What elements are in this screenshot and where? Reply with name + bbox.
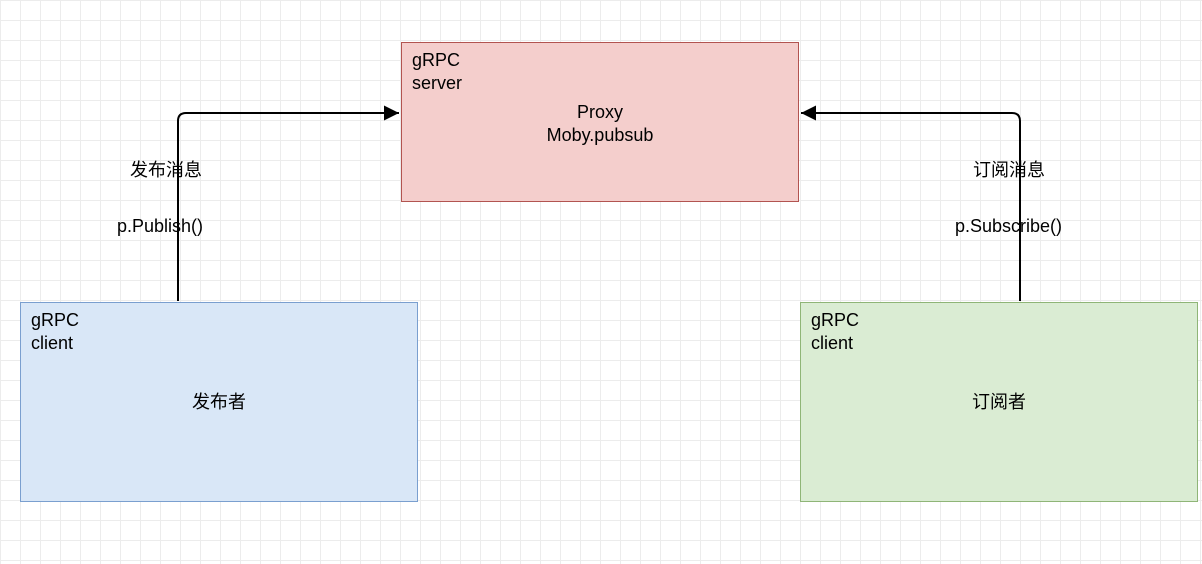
publisher-node: gRPC client 发布者	[20, 302, 418, 502]
publisher-title-label: 发布者	[21, 391, 417, 414]
subscriber-node: gRPC client 订阅者	[800, 302, 1198, 502]
publisher-role-label: gRPC client	[31, 309, 79, 354]
server-role-label: gRPC server	[412, 49, 462, 94]
edge-publisher-to-server	[178, 113, 399, 301]
publisher-edge-method-label: p.Publish()	[117, 216, 203, 237]
subscriber-edge-action-label: 订阅消息	[973, 156, 1045, 182]
subscriber-edge-method-label: p.Subscribe()	[955, 216, 1062, 237]
edge-subscriber-to-server	[801, 113, 1020, 301]
subscriber-title-label: 订阅者	[801, 391, 1197, 414]
proxy-server-node: gRPC server Proxy Moby.pubsub	[401, 42, 799, 202]
diagram-canvas: gRPC server Proxy Moby.pubsub gRPC clien…	[0, 0, 1202, 564]
subscriber-role-label: gRPC client	[811, 309, 859, 354]
server-title-label: Proxy Moby.pubsub	[402, 101, 798, 148]
publisher-edge-action-label: 发布消息	[130, 156, 202, 182]
